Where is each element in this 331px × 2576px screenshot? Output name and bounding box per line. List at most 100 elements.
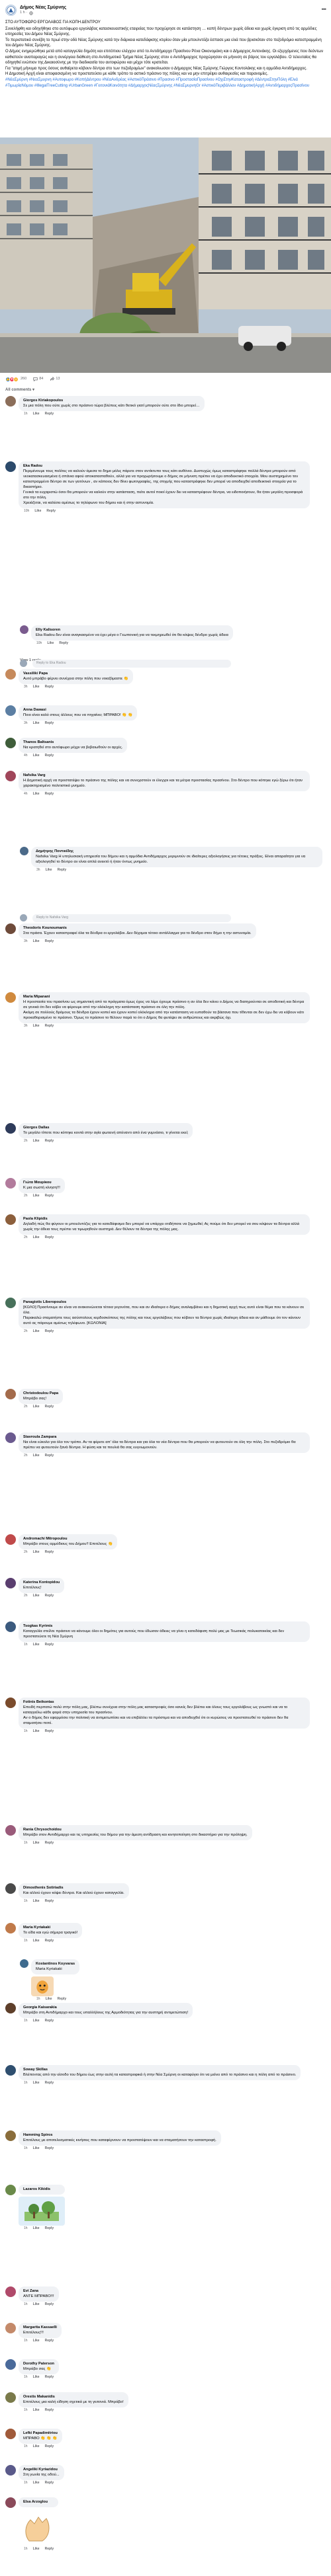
avatar[interactable] — [5, 396, 16, 407]
comment-timestamp[interactable]: 1h — [24, 1729, 28, 1734]
reply-button[interactable]: Reply — [45, 2146, 54, 2151]
avatar[interactable] — [5, 1621, 16, 1632]
avatar[interactable] — [5, 1298, 16, 1308]
commenter-name[interactable]: Fotinis Beikontas — [23, 1700, 305, 1705]
comment-timestamp[interactable]: 1h — [24, 1841, 28, 1846]
commenter-name[interactable]: Maria Kyriakaki — [23, 1926, 77, 1930]
commenter-name[interactable]: Elly Kalisoren — [36, 628, 228, 633]
reply-button[interactable]: Reply — [45, 2019, 54, 2023]
commenter-name[interactable]: Vassiliki Papa — [23, 672, 128, 676]
commenter-name[interactable]: Lazaros Kikidis — [23, 2187, 60, 2192]
commenter-name[interactable]: Stavroula Zampara — [23, 1435, 305, 1440]
like-button[interactable]: Like — [33, 2019, 40, 2023]
commenter-name[interactable]: Elsa Arzoglou — [23, 2500, 54, 2505]
avatar[interactable] — [5, 1534, 16, 1545]
comment-timestamp[interactable]: 3h — [24, 685, 28, 689]
comment-timestamp[interactable]: 2h — [24, 1405, 28, 1409]
reply-button[interactable]: Reply — [59, 641, 68, 646]
comment-timestamp[interactable]: 3h — [24, 939, 28, 944]
commenter-name[interactable]: Evi Zana — [23, 2289, 54, 2294]
avatar[interactable] — [5, 668, 16, 680]
avatar[interactable] — [5, 705, 16, 716]
like-button[interactable]: Like — [47, 641, 54, 646]
like-button[interactable]: Like — [33, 939, 40, 944]
commenter-name[interactable]: Γιώτα Μαυρίκου — [23, 1181, 60, 1185]
like-button[interactable]: Like — [46, 1997, 52, 2002]
commenter-name[interactable]: Margarita Kassaelli — [23, 2325, 57, 2330]
avatar[interactable] — [20, 1959, 28, 1968]
reply-button[interactable]: Reply — [45, 792, 54, 797]
commenter-name[interactable]: Dorothy Paterson — [23, 2362, 54, 2366]
reply-button[interactable]: Reply — [45, 2339, 54, 2343]
commenter-name[interactable]: Maria Mipanani — [23, 995, 305, 999]
reply-button[interactable]: Reply — [45, 1550, 54, 1555]
avatar[interactable] — [5, 2323, 16, 2333]
reply-button[interactable]: Reply — [45, 2302, 54, 2307]
comment-timestamp[interactable]: 1h — [24, 2302, 28, 2307]
like-button[interactable]: Like — [46, 868, 52, 873]
like-button[interactable]: Like — [33, 1024, 40, 1029]
reply-button[interactable]: Reply — [45, 1899, 54, 1904]
comment-timestamp[interactable]: 1h — [24, 2226, 28, 2231]
commenter-name[interactable]: Hamming Spiros — [23, 2133, 216, 2138]
reply-button[interactable]: Reply — [45, 1235, 54, 1240]
like-button[interactable]: Like — [33, 1235, 40, 1240]
reply-button[interactable]: Reply — [45, 1405, 54, 1409]
comment-timestamp[interactable]: 1h — [24, 1899, 28, 1904]
comment-timestamp[interactable]: 1h — [24, 2547, 28, 2552]
comment-timestamp[interactable]: 1h — [24, 2081, 28, 2086]
avatar[interactable] — [5, 1883, 16, 1894]
comment-timestamp[interactable]: 2h — [24, 1194, 28, 1198]
reply-button[interactable]: Reply — [45, 1841, 54, 1846]
comment-timestamp[interactable]: 3h — [24, 1024, 28, 1029]
like-button[interactable]: Like — [33, 2547, 40, 2552]
reply-button[interactable]: Reply — [45, 1024, 54, 1029]
reply-button[interactable]: Reply — [45, 2481, 54, 2485]
like-button[interactable]: Like — [33, 721, 40, 726]
like-button[interactable]: Like — [33, 2339, 40, 2343]
like-button[interactable]: Like — [33, 1594, 40, 1598]
comment-timestamp[interactable]: 1h — [24, 2339, 28, 2343]
comment-timestamp[interactable]: 1h — [24, 2146, 28, 2151]
avatar[interactable] — [5, 2392, 16, 2403]
like-button[interactable]: Like — [33, 2444, 40, 2449]
more-options-icon[interactable]: ••• — [322, 5, 327, 13]
comment-timestamp[interactable]: 1h — [36, 1997, 40, 2002]
avatar[interactable] — [5, 2185, 16, 2195]
avatar[interactable] — [5, 1698, 16, 1708]
reply-button[interactable]: Reply — [45, 721, 54, 726]
avatar[interactable] — [5, 461, 16, 472]
avatar[interactable] — [5, 738, 16, 748]
commenter-name[interactable]: Soway Skillas — [23, 2068, 296, 2072]
commenter-name[interactable]: Dimosthenis Sotiriadis — [23, 1886, 124, 1891]
commenter-name[interactable]: Theodoris Kounoumanis — [23, 926, 252, 931]
like-button[interactable]: Like — [33, 1405, 40, 1409]
reply-button[interactable]: Reply — [45, 1454, 54, 1458]
commenter-name[interactable]: Δημήτρης Ποντικίδης — [36, 849, 318, 854]
avatar[interactable] — [5, 1123, 16, 1134]
comment-timestamp[interactable]: 2h — [24, 1139, 28, 1144]
reply-button[interactable]: Reply — [45, 754, 54, 758]
like-button[interactable]: Like — [33, 1841, 40, 1846]
comment-timestamp[interactable]: 1h — [24, 2375, 28, 2380]
avatar[interactable] — [5, 2428, 16, 2439]
like-button[interactable]: Like — [33, 792, 40, 797]
avatar[interactable] — [5, 2286, 16, 2297]
avatar[interactable] — [5, 2359, 16, 2370]
comment-timestamp[interactable]: 1h — [24, 412, 28, 416]
like-button[interactable]: Like — [33, 2481, 40, 2485]
like-button[interactable]: Like — [33, 1454, 40, 1458]
commenter-name[interactable]: Andromachi Mitropoulou — [23, 1537, 113, 1542]
avatar[interactable] — [5, 1824, 16, 1836]
comments-filter[interactable]: All comments ▾ — [5, 387, 34, 393]
commenter-name[interactable]: Kostantinos Koyvaras — [36, 1962, 75, 1967]
avatar[interactable] — [5, 1388, 16, 1399]
like-button[interactable]: Like — [33, 2375, 40, 2380]
comment-timestamp[interactable]: 1h — [24, 1939, 28, 1943]
like-button[interactable]: Like — [33, 1939, 40, 1943]
like-button[interactable]: Like — [33, 1899, 40, 1904]
reply-button[interactable]: Reply — [58, 1997, 67, 2002]
like-button[interactable]: Like — [33, 1550, 40, 1555]
commenter-name[interactable]: Nafsika Varg — [23, 773, 305, 778]
avatar[interactable] — [5, 2497, 16, 2508]
